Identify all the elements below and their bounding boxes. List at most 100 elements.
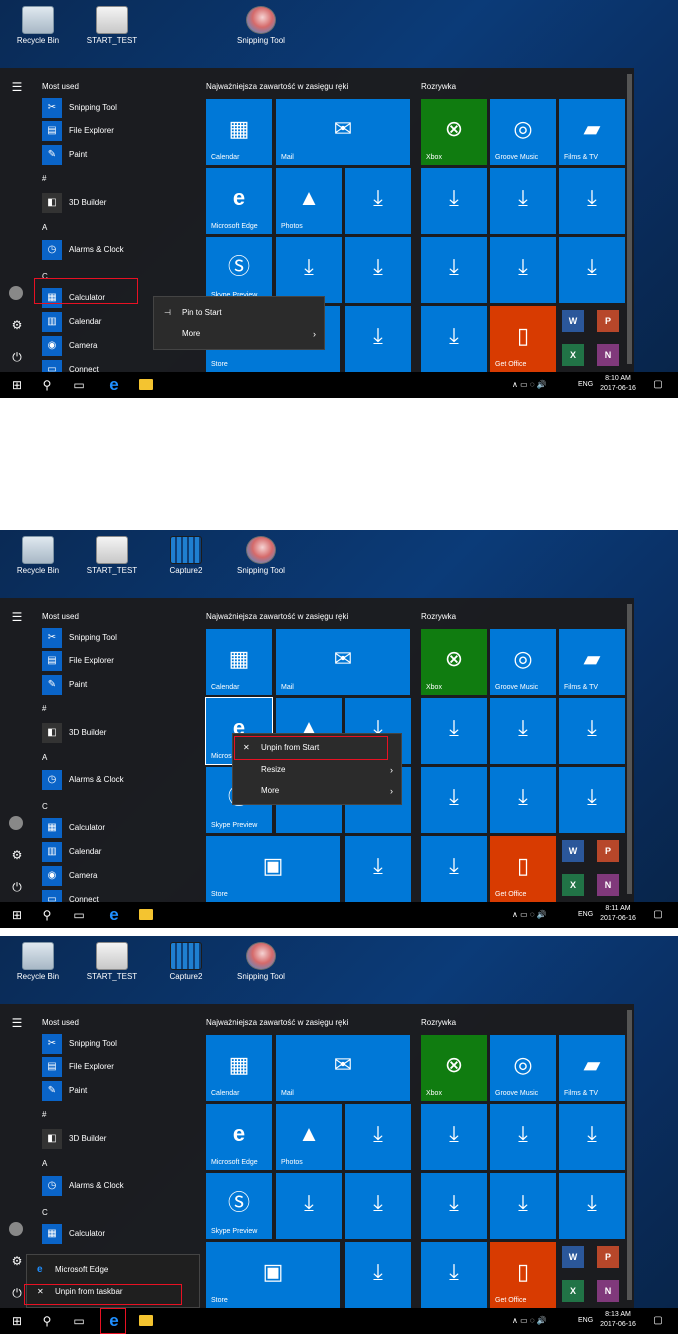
language-indicator[interactable]: ENG <box>578 372 593 398</box>
gear-icon[interactable]: ⚙ <box>8 316 26 334</box>
tile-mail[interactable]: ✉ Mail <box>276 629 410 695</box>
tile-download[interactable]: ⤓ <box>421 1104 487 1170</box>
group-title-news[interactable]: Najważniejsza zawartość w zasięgu ręki <box>206 82 348 91</box>
desktop-icon-recycle-bin[interactable]: Recycle Bin <box>6 942 70 981</box>
tile-groove-music[interactable]: ◎ Groove Music <box>490 1035 556 1101</box>
group-title-play[interactable]: Rozrywka <box>421 612 456 621</box>
app-camera[interactable]: ◉ Camera <box>42 866 202 886</box>
scrollbar[interactable] <box>627 604 632 894</box>
tile-photos[interactable]: ▲ Photos <box>276 1104 342 1170</box>
edge-icon[interactable]: e <box>102 372 126 398</box>
tile-store[interactable]: ▣Store <box>206 836 340 902</box>
clock[interactable]: 8:11 AM 2017-06-16 <box>598 904 638 924</box>
tile-word[interactable]: W <box>562 1246 584 1268</box>
tile-powerpoint[interactable]: P <box>597 1246 619 1268</box>
tile-onenote[interactable]: N <box>597 344 619 366</box>
tile-skype-preview[interactable]: ⓈSkype Preview <box>206 237 272 303</box>
app-calculator[interactable]: ▦ Calculator <box>42 1224 202 1244</box>
folder-icon[interactable] <box>139 379 153 390</box>
task-view-icon[interactable]: ▭ <box>68 1308 90 1334</box>
tile-download[interactable]: ⤓ <box>421 1242 487 1308</box>
tile-download[interactable]: ⤓ <box>276 1173 342 1239</box>
folder-icon[interactable] <box>139 909 153 920</box>
tile-films-tv[interactable]: ▰ Films & TV <box>559 1035 625 1101</box>
hamburger-icon[interactable]: ☰ <box>8 1014 26 1032</box>
tile-skype-preview[interactable]: ⓈSkype Preview <box>206 1173 272 1239</box>
task-view-icon[interactable]: ▭ <box>68 902 90 928</box>
tile-onenote[interactable]: N <box>597 874 619 896</box>
tile-word[interactable]: W <box>562 310 584 332</box>
tile-mail[interactable]: ✉ Mail <box>276 99 410 165</box>
tile-excel[interactable]: X <box>562 344 584 366</box>
tile-download[interactable]: ⤓ <box>490 767 556 833</box>
tile-get-office[interactable]: ▯ Get Office <box>490 1242 556 1308</box>
app-snipping-tool[interactable]: ✂ Snipping Tool <box>42 1034 202 1054</box>
group-title-play[interactable]: Rozrywka <box>421 1018 456 1027</box>
tile-download[interactable]: ⤓ <box>490 168 556 234</box>
app-3d-builder[interactable]: ◧ 3D Builder <box>42 1129 202 1149</box>
tile-microsoft-edge[interactable]: eMicrosoft Edge <box>206 168 272 234</box>
tile-download[interactable]: ⤓ <box>345 237 411 303</box>
app-paint[interactable]: ✎ Paint <box>42 1081 202 1101</box>
desktop-icon-snipping-tool[interactable]: Snipping Tool <box>229 536 293 575</box>
notification-icon[interactable]: ▢ <box>648 372 668 398</box>
tile-films-tv[interactable]: ▰ Films & TV <box>559 99 625 165</box>
tile-download[interactable]: ⤓ <box>559 767 625 833</box>
app-file-explorer[interactable]: ▤ File Explorer <box>42 1057 202 1077</box>
tray-icons[interactable]: ∧ ▭ ◌ 🔊 <box>512 372 547 398</box>
letter-header-hash[interactable]: # <box>42 1110 46 1119</box>
hamburger-icon[interactable]: ☰ <box>8 608 26 626</box>
tile-download[interactable]: ⤓ <box>345 1173 411 1239</box>
menu-item-pin-to-start[interactable]: ⊣ Pin to Start <box>154 303 324 323</box>
desktop-icon-capture2[interactable]: Capture2 <box>154 942 218 981</box>
tile-xbox[interactable]: ⊗ Xbox <box>421 1035 487 1101</box>
desktop-icon-start-test[interactable]: START_TEST <box>80 6 144 45</box>
tile-calendar[interactable]: ▦ Calendar <box>206 99 272 165</box>
letter-header-a[interactable]: A <box>42 223 47 232</box>
letter-header-hash[interactable]: # <box>42 174 46 183</box>
tile-store[interactable]: ▣Store <box>206 1242 340 1308</box>
tile-download[interactable]: ⤓ <box>559 698 625 764</box>
windows-start-icon[interactable]: ⊞ <box>6 1308 28 1334</box>
desktop-icon-recycle-bin[interactable]: Recycle Bin <box>6 536 70 575</box>
app-alarms-clock[interactable]: ◷ Alarms & Clock <box>42 770 202 790</box>
group-title-play[interactable]: Rozrywka <box>421 82 456 91</box>
notification-icon[interactable]: ▢ <box>648 902 668 928</box>
app-snipping-tool[interactable]: ✂ Snipping Tool <box>42 628 202 648</box>
tile-xbox[interactable]: ⊗ Xbox <box>421 99 487 165</box>
tile-download[interactable]: ⤓ <box>490 1173 556 1239</box>
tile-groove-music[interactable]: ◎ Groove Music <box>490 629 556 695</box>
letter-header-a[interactable]: A <box>42 1159 47 1168</box>
tile-download[interactable]: ⤓ <box>559 237 625 303</box>
tile-groove-music[interactable]: ◎ Groove Music <box>490 99 556 165</box>
tile-calendar[interactable]: ▦ Calendar <box>206 1035 272 1101</box>
menu-item-more[interactable]: More › <box>154 324 324 344</box>
menu-item-more[interactable]: More › <box>233 781 401 801</box>
tile-download[interactable]: ⤓ <box>421 1173 487 1239</box>
letter-header-a[interactable]: A <box>42 753 47 762</box>
tile-download[interactable]: ⤓ <box>345 836 411 902</box>
tile-calendar[interactable]: ▦ Calendar <box>206 629 272 695</box>
desktop-icon-snipping-tool[interactable]: Snipping Tool <box>229 942 293 981</box>
tile-download[interactable]: ⤓ <box>559 1173 625 1239</box>
tile-powerpoint[interactable]: P <box>597 310 619 332</box>
tile-download[interactable]: ⤓ <box>490 698 556 764</box>
letter-header-hash[interactable]: # <box>42 704 46 713</box>
desktop-icon-snipping-tool[interactable]: Snipping Tool <box>229 6 293 45</box>
language-indicator[interactable]: ENG <box>578 902 593 928</box>
tile-download[interactable]: ⤓ <box>490 237 556 303</box>
power-icon[interactable]: ⏻ <box>8 348 26 366</box>
tile-download[interactable]: ⤓ <box>421 767 487 833</box>
search-icon[interactable]: ⚲ <box>36 902 58 928</box>
app-file-explorer[interactable]: ▤ File Explorer <box>42 121 202 141</box>
menu-item-resize[interactable]: Resize › <box>233 760 401 780</box>
notification-icon[interactable]: ▢ <box>648 1308 668 1334</box>
app-paint[interactable]: ✎ Paint <box>42 675 202 695</box>
tile-download[interactable]: ⤓ <box>559 168 625 234</box>
tile-onenote[interactable]: N <box>597 1280 619 1302</box>
app-alarms-clock[interactable]: ◷ Alarms & Clock <box>42 1176 202 1196</box>
tile-download[interactable]: ⤓ <box>276 237 342 303</box>
avatar[interactable] <box>9 816 23 830</box>
jump-item-microsoft-edge[interactable]: e Microsoft Edge <box>27 1260 199 1280</box>
tile-download[interactable]: ⤓ <box>421 168 487 234</box>
